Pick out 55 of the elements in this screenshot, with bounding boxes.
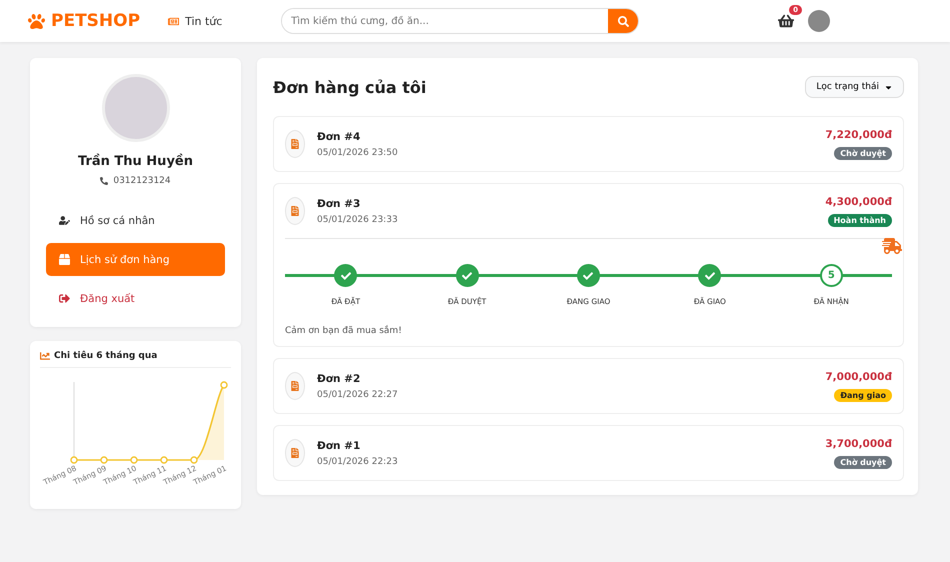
order-total: 7,220,000đ — [825, 128, 892, 140]
data-point — [130, 456, 138, 464]
sidebar-item[interactable]: Đăng xuất — [46, 282, 225, 315]
box-icon — [59, 254, 70, 265]
phone-number: 0312123124 — [113, 176, 171, 186]
user-avatar[interactable] — [808, 10, 830, 32]
status-badge: Chờ duyệt — [834, 146, 892, 160]
logout-icon — [59, 293, 70, 304]
order-card[interactable]: Đơn #4 05/01/2026 23:50 7,220,000đ Chờ duyệt — [273, 116, 904, 172]
order-name: Đơn #3 — [317, 198, 362, 210]
user-edit-icon — [59, 215, 70, 226]
thank-you-note: Cảm ơn bạn đã mua sắm! — [285, 326, 403, 336]
cart-icon[interactable] — [778, 13, 794, 29]
order-total: 7,000,000đ — [825, 370, 892, 382]
status-badge: Hoàn thành — [828, 214, 892, 226]
check-icon — [340, 270, 351, 280]
order-name: Đơn #2 — [317, 372, 362, 384]
data-point — [160, 456, 168, 464]
page-title: Đơn hàng của tôi — [273, 78, 426, 96]
status-badge: Đang giao — [834, 388, 892, 402]
data-point — [220, 381, 228, 389]
search-icon — [618, 16, 629, 26]
step-circle: 5 — [820, 264, 843, 287]
chart-line-icon — [40, 351, 50, 361]
document-icon — [285, 439, 305, 467]
status-filter-dropdown[interactable]: Lọc trạng thái — [805, 76, 904, 98]
order-card[interactable]: Đơn #1 05/01/2026 22:23 3,700,000đ Chờ duyệt — [273, 425, 904, 481]
news-link[interactable]: Tin tức — [168, 14, 222, 28]
newspaper-icon — [168, 16, 180, 26]
order-date: 05/01/2026 23:33 — [317, 214, 399, 224]
order-name: Đơn #1 — [317, 440, 362, 452]
check-icon — [704, 270, 715, 280]
order-card[interactable]: Đơn #2 05/01/2026 22:27 7,000,000đ Đang giao — [273, 358, 904, 414]
check-icon — [462, 270, 472, 280]
document-icon — [285, 130, 305, 158]
order-date: 05/01/2026 22:27 — [317, 390, 399, 400]
paw-icon — [28, 12, 45, 30]
document-icon — [285, 197, 305, 225]
sidebar-item[interactable]: Hồ sơ cá nhân — [46, 204, 225, 237]
check-icon — [583, 270, 594, 280]
status-badge: Chờ duyệt — [834, 456, 892, 468]
order-name: Đơn #4 — [317, 130, 362, 142]
phone-icon — [100, 177, 108, 185]
document-icon — [285, 372, 305, 400]
order-date: 05/01/2026 23:50 — [317, 148, 399, 158]
search-button[interactable] — [608, 9, 638, 33]
data-point — [70, 456, 78, 464]
order-date: 05/01/2026 22:23 — [317, 456, 399, 466]
order-total: 3,700,000đ — [825, 438, 892, 450]
truck-icon — [882, 236, 902, 256]
user-name: Trần Thu Huyền — [78, 154, 193, 169]
data-point — [100, 456, 108, 464]
order-total: 4,300,000đ — [825, 196, 892, 208]
card-title: Chi tiêu 6 tháng qua — [54, 351, 158, 361]
data-point — [190, 456, 198, 464]
